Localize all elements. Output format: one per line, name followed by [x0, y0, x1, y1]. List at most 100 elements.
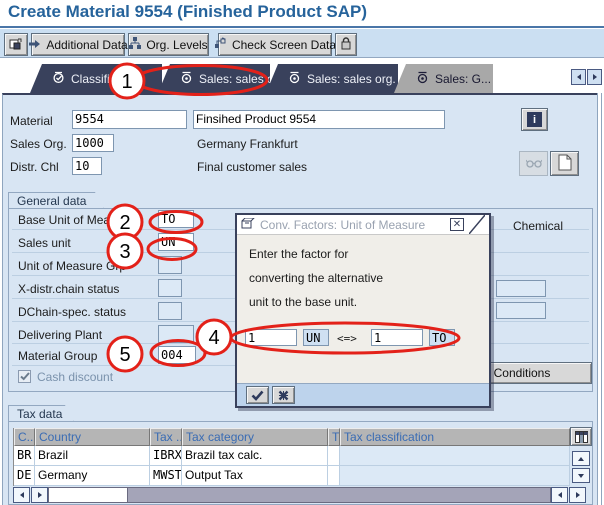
h-scroll-right-button[interactable]: [569, 487, 586, 503]
table-row[interactable]: DE Germany MWST Output Tax: [14, 466, 570, 486]
col-header-c[interactable]: C..: [14, 428, 35, 446]
col-header-tax[interactable]: Tax ..: [150, 428, 182, 446]
material-input[interactable]: 9554: [72, 110, 187, 129]
dialog-text-line1: Enter the factor for: [249, 247, 348, 262]
org-levels-button[interactable]: Org. Levels: [128, 33, 209, 56]
horizontal-scrollbar-thumb[interactable]: [48, 487, 128, 503]
cell-tax-classification[interactable]: [340, 466, 570, 486]
cell-tax-code[interactable]: IBRX: [150, 446, 182, 466]
cell-t[interactable]: [328, 466, 340, 486]
org-chart-icon: [129, 37, 141, 52]
dialog-ok-button[interactable]: [246, 386, 269, 404]
cancel-x-icon: [278, 390, 289, 401]
sales-org-description: Germany Frankfurt: [197, 137, 298, 152]
tabstrip-scroll-left-button[interactable]: [571, 69, 586, 85]
confirm-check-icon: [251, 390, 264, 401]
tab-sales-general[interactable]: Sales: G...: [394, 64, 493, 93]
cell-country[interactable]: Brazil: [35, 446, 150, 466]
new-document-icon: [558, 154, 572, 174]
conv-factors-dialog: Conv. Factors: Unit of Measure ✕ Enter t…: [235, 213, 491, 408]
right-column-field-2[interactable]: [496, 302, 546, 319]
table-scroll-up-button[interactable]: [572, 451, 590, 466]
cell-tax-classification[interactable]: [340, 446, 570, 466]
dchain-status-label: DChain-spec. status: [18, 305, 126, 320]
right-column-field-1[interactable]: [496, 280, 546, 297]
distr-chl-description: Final customer sales: [197, 160, 307, 175]
dchain-status-input[interactable]: [158, 302, 182, 320]
distr-chl-input[interactable]: 10: [72, 157, 102, 175]
sales-tab-icon: [180, 71, 193, 87]
alt-unit-field: UN: [303, 329, 329, 346]
tab-sales-org-2[interactable]: Sales: sales org. 2: [266, 64, 398, 93]
cell-country-code[interactable]: DE: [14, 466, 35, 486]
cash-discount-label: Cash discount: [37, 370, 113, 385]
col-header-tax-classification[interactable]: Tax classification: [340, 428, 570, 446]
check-screen-data-button[interactable]: Check Screen Data: [218, 33, 332, 56]
distr-chl-label: Distr. Chl: [10, 160, 59, 175]
table-settings-button[interactable]: [570, 427, 592, 446]
h-scroll-left-button[interactable]: [13, 487, 30, 503]
cell-country[interactable]: Germany: [35, 466, 150, 486]
lock-button[interactable]: [335, 33, 357, 56]
relation-symbol: <=>: [337, 331, 357, 346]
dialog-cancel-button[interactable]: [272, 386, 295, 404]
org-levels-label: Org. Levels: [146, 38, 207, 52]
table-scroll-down-button[interactable]: [572, 468, 590, 483]
arrow-right-icon: [28, 38, 41, 52]
sap-create-material-screen: Create Material 9554 (Finished Product S…: [0, 0, 604, 505]
sales-unit-label: Sales unit: [18, 236, 71, 251]
additional-data-button[interactable]: Additional Data: [31, 33, 125, 56]
glasses-icon: [526, 157, 542, 171]
cell-tax-category[interactable]: Brazil tax calc.: [182, 446, 328, 466]
triangle-down-icon: [577, 472, 585, 480]
delivering-plant-input[interactable]: [158, 325, 194, 343]
col-header-country[interactable]: Country: [35, 428, 150, 446]
tabstrip-scroll-right-button[interactable]: [587, 69, 602, 85]
col-header-tax-category[interactable]: Tax category: [182, 428, 328, 446]
base-unit-field: TO: [429, 329, 455, 346]
triangle-right-icon: [574, 491, 582, 499]
next-screen-icon: [9, 36, 23, 53]
tab-label: Sales: sales org. 1: [199, 72, 270, 86]
triangle-right-icon: [591, 73, 599, 81]
cell-tax-category[interactable]: Output Tax: [182, 466, 328, 486]
tab-sales-org-1[interactable]: Sales: sales org. 1: [158, 64, 270, 93]
xdistr-status-label: X-distr.chain status: [18, 282, 119, 297]
col-header-t[interactable]: T: [328, 428, 340, 446]
alt-unit-factor-input[interactable]: 1: [245, 329, 297, 346]
triangle-left-icon: [556, 491, 564, 499]
general-data-title: General data: [17, 194, 86, 208]
division-description: Chemical: [513, 219, 563, 234]
dialog-corner-decoration: [469, 215, 485, 234]
sales-org-input[interactable]: 1000: [72, 134, 114, 152]
material-group-input[interactable]: 004: [158, 346, 196, 364]
base-unit-label: Base Unit of Measure: [18, 213, 133, 228]
delivering-plant-label: Delivering Plant: [18, 328, 102, 343]
h-scroll-right-page-button[interactable]: [551, 487, 568, 503]
table-row[interactable]: BR Brazil IBRX Brazil tax calc.: [14, 446, 570, 466]
create-new-button[interactable]: [550, 151, 579, 176]
sales-tab-icon: [416, 71, 429, 87]
sales-unit-input[interactable]: UN: [158, 233, 194, 251]
triangle-up-icon: [577, 455, 585, 463]
h-scroll-left-page-button[interactable]: [31, 487, 48, 503]
dialog-titlebar[interactable]: Conv. Factors: Unit of Measure ✕: [237, 215, 489, 235]
uom-group-input[interactable]: [158, 256, 182, 274]
tab-classification[interactable]: Classification: [30, 64, 162, 93]
info-button[interactable]: i: [521, 108, 548, 131]
dialog-text-line3: unit to the base unit.: [249, 295, 357, 310]
material-description-input[interactable]: Finsihed Product 9554: [193, 110, 445, 129]
cell-t[interactable]: [328, 446, 340, 466]
xdistr-status-input[interactable]: [158, 279, 182, 297]
base-unit-factor-input[interactable]: 1: [371, 329, 423, 346]
application-toolbar: Additional Data Org. Levels Check Screen…: [0, 29, 604, 58]
cell-tax-code[interactable]: MWST: [150, 466, 182, 486]
dialog-close-icon[interactable]: ✕: [450, 218, 464, 231]
next-screen-button[interactable]: [4, 33, 28, 56]
table-settings-icon: [575, 431, 588, 443]
display-button-disabled[interactable]: [519, 151, 548, 176]
cell-country-code[interactable]: BR: [14, 446, 35, 466]
cash-discount-checkbox[interactable]: [18, 370, 31, 383]
base-unit-input[interactable]: TO: [158, 210, 194, 228]
lock-icon: [340, 37, 352, 53]
